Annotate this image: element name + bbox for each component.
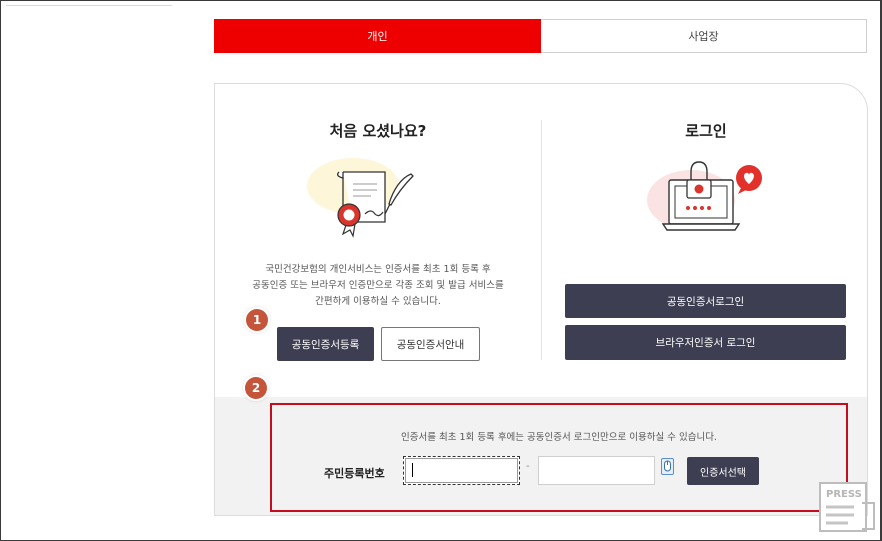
step-marker-1: 1 (246, 309, 268, 331)
step-marker-2: 2 (245, 377, 267, 399)
register-cert-button[interactable]: 공동인증서등록 (277, 327, 374, 361)
user-type-tabs: 개인 사업장 (214, 19, 867, 53)
registration-notice: 인증서를 최초 1회 등록 후에는 공동인증서 로그인만으로 이용하실 수 있습… (401, 432, 717, 443)
tab-individual[interactable]: 개인 (214, 19, 541, 53)
right-border (880, 0, 881, 541)
select-cert-button[interactable]: 인증서선택 (687, 457, 759, 485)
laptop-lock-icon (647, 161, 762, 231)
joint-cert-login-button[interactable]: 공동인증서로그인 (565, 284, 846, 318)
welcome-title: 처음 오셨나요? (329, 122, 427, 140)
rrn-label: 주민등록번호 (324, 467, 385, 480)
column-divider (541, 120, 542, 360)
press-text: PRESS (826, 489, 862, 500)
rrn-separator: - (526, 461, 530, 472)
certificate-scroll-icon (307, 158, 414, 238)
left-divider-line (6, 5, 172, 6)
service-description: 국민건강보험의 개인서비스는 인증서를 최초 1회 등록 후 공동인증 또는 브… (225, 262, 531, 310)
rrn-first-input[interactable] (403, 456, 520, 485)
text-caret (412, 463, 413, 477)
mouse-icon[interactable] (661, 458, 674, 475)
press-watermark-icon: PRESS (819, 482, 875, 532)
cert-registration-box: 인증서를 최초 1회 등록 후에는 공동인증서 로그인만으로 이용하실 수 있습… (270, 403, 848, 512)
browser-cert-login-button[interactable]: 브라우저인증서 로그인 (565, 325, 846, 360)
tab-business[interactable]: 사업장 (541, 19, 867, 53)
description-line: 공동인증 또는 브라우저 인증만으로 각종 조회 및 발급 서비스를 (252, 280, 504, 291)
description-line: 국민건강보험의 개인서비스는 인증서를 최초 1회 등록 후 (265, 264, 491, 275)
description-line: 간편하게 이용하실 수 있습니다. (315, 296, 441, 307)
rrn-second-input[interactable] (538, 456, 655, 485)
cert-guide-button[interactable]: 공동인증서안내 (381, 327, 480, 361)
heart-bubble-icon (736, 165, 762, 194)
seal-ribbon-icon (337, 203, 361, 238)
login-title: 로그인 (685, 122, 727, 140)
